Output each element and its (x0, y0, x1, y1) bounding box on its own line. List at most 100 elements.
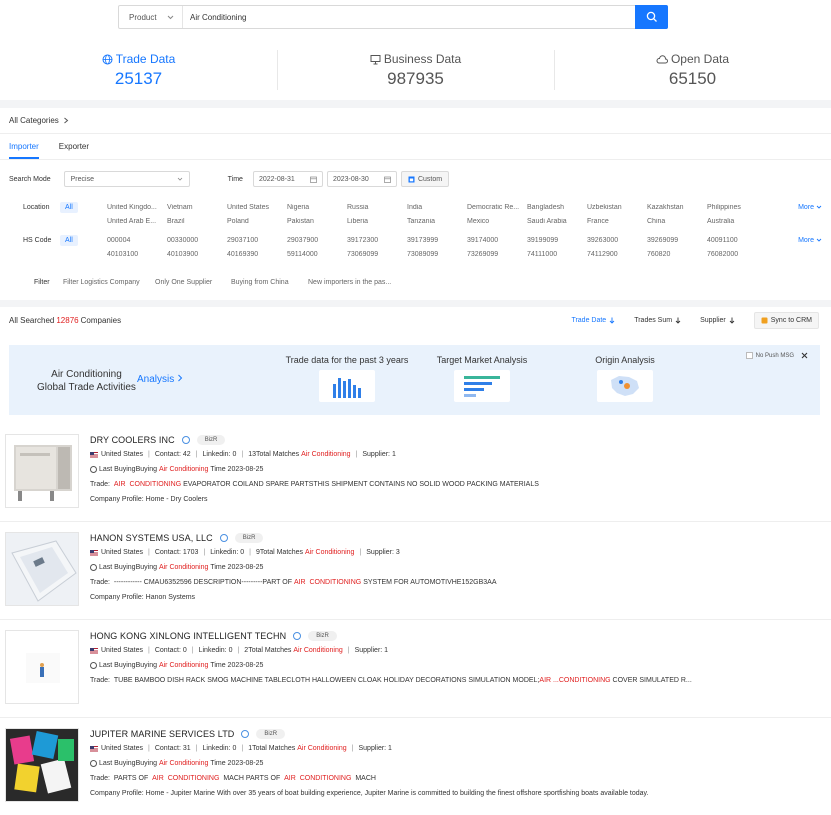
hs-code-option[interactable]: 760820 (647, 251, 703, 258)
company-name[interactable]: HANON SYSTEMS USA, LLC (90, 533, 213, 543)
promo-target-market[interactable]: Target Market Analysis (427, 355, 537, 402)
location-option[interactable]: Pakistan (287, 218, 343, 225)
bizr-badge[interactable]: BizR (256, 729, 286, 739)
location-option[interactable]: Bangladesh (527, 204, 583, 211)
sort-trades-sum[interactable]: Trades Sum (634, 317, 681, 324)
company-name[interactable]: JUPITER MARINE SERVICES LTD (90, 729, 234, 739)
hs-label: HS Code (23, 237, 52, 244)
hs-code-option[interactable]: 73089099 (407, 251, 463, 258)
tab-importer[interactable]: Importer (9, 142, 39, 159)
hs-code-option[interactable]: 40169390 (227, 251, 283, 258)
hs-code-option[interactable]: 76082000 (707, 251, 763, 258)
location-option[interactable]: United Kingdo... (107, 204, 163, 211)
hs-code-option[interactable]: 73269099 (467, 251, 523, 258)
search-mode-select[interactable]: Precise (63, 171, 190, 187)
location-option[interactable]: United Arab E... (107, 218, 163, 225)
us-flag-icon (90, 549, 98, 556)
hs-code-option[interactable]: 74112900 (587, 251, 643, 258)
hs-code-option[interactable]: 39263000 (587, 237, 643, 244)
verified-icon (293, 632, 302, 640)
stat-open-data[interactable]: Open Data 65150 (554, 44, 831, 96)
location-option[interactable]: Australia (707, 218, 763, 225)
location-option[interactable]: Philippines (707, 204, 763, 211)
bizr-badge[interactable]: BizR (308, 631, 337, 641)
hs-code-option[interactable]: 29037900 (287, 237, 343, 244)
verified-icon (241, 730, 250, 738)
company-card[interactable]: JUPITER MARINE SERVICES LTD BizR United … (0, 718, 831, 815)
location-all[interactable]: All (60, 202, 78, 213)
search-bar: Product (118, 5, 668, 29)
all-categories[interactable]: All Categories (0, 108, 831, 134)
search-type-select[interactable]: Product (119, 6, 183, 28)
company-card[interactable]: DRY COOLERS INC BizR United States | Cont… (0, 424, 831, 522)
hs-code-option[interactable]: 59114000 (287, 251, 343, 258)
location-option[interactable]: Nigeria (287, 204, 343, 211)
location-option[interactable]: France (587, 218, 643, 225)
hs-code-option[interactable]: 73069099 (347, 251, 403, 258)
analysis-link[interactable]: Analysis (137, 374, 183, 385)
company-meta: United States | Contact: 1703 | Linkedin: … (90, 549, 400, 556)
close-icon[interactable] (801, 352, 808, 359)
hs-code-option[interactable]: 29037100 (227, 237, 283, 244)
company-image (5, 728, 79, 802)
no-push-toggle[interactable]: No Push MSG (745, 352, 808, 359)
hs-code-option[interactable]: 39174000 (467, 237, 523, 244)
hs-code-option[interactable]: 39199099 (527, 237, 583, 244)
location-option[interactable]: Brazil (167, 218, 223, 225)
location-option[interactable]: India (407, 204, 463, 211)
filter-one-supplier[interactable]: Only One Supplier (155, 279, 231, 286)
location-option[interactable]: Democratic Re... (467, 204, 523, 211)
verified-icon (219, 534, 228, 542)
location-option[interactable]: Saudi Arabia (527, 218, 583, 225)
hs-code-option[interactable]: 40103900 (167, 251, 223, 258)
hs-code-option[interactable]: 40103100 (107, 251, 163, 258)
sort-supplier[interactable]: Supplier (700, 317, 735, 324)
location-option[interactable]: Tanzania (407, 218, 463, 225)
location-option[interactable]: Vietnam (167, 204, 223, 211)
company-card[interactable]: HANON SYSTEMS USA, LLC BizR United State… (0, 522, 831, 620)
search-input[interactable] (183, 6, 635, 28)
no-push-checkbox[interactable] (745, 352, 753, 359)
date-from[interactable]: 2022-08-31 (252, 171, 323, 187)
bizr-badge[interactable]: BizR (234, 533, 264, 543)
sync-crm-button[interactable]: Sync to CRM (753, 312, 819, 329)
location-option[interactable]: Kazakhstan (647, 204, 703, 211)
tab-exporter[interactable]: Exporter (59, 142, 89, 159)
company-card[interactable]: HONG KONG XINLONG INTELLIGENT TECHN BizR… (0, 620, 831, 718)
hs-code-option[interactable]: 39172300 (347, 237, 403, 244)
filter-logistics[interactable]: Filter Logistics Company (63, 279, 155, 286)
location-option[interactable]: Uzbekistan (587, 204, 643, 211)
hs-code-option[interactable]: 40091100 (707, 237, 763, 244)
search-button[interactable] (635, 5, 668, 29)
date-to[interactable]: 2023-08-30 (326, 171, 397, 187)
verified-icon (181, 436, 190, 444)
location-option[interactable]: China (647, 218, 703, 225)
filter-buying-china[interactable]: Buying from China (231, 279, 308, 286)
date-from-value: 2022-08-31 (258, 175, 295, 183)
hs-code-option[interactable]: 74111000 (527, 251, 583, 258)
location-option[interactable]: United States (227, 204, 283, 211)
stat-trade-data[interactable]: Trade Data 25137 (0, 44, 277, 96)
hs-all[interactable]: All (60, 235, 78, 246)
location-option[interactable]: Poland (227, 218, 283, 225)
location-option[interactable]: Liberia (347, 218, 403, 225)
sort-trade-date[interactable]: Trade Date (571, 317, 615, 324)
promo-origin[interactable]: Origin Analysis (580, 355, 670, 402)
company-name[interactable]: HONG KONG XINLONG INTELLIGENT TECHN (90, 631, 286, 641)
location-more[interactable]: More (798, 204, 822, 211)
hs-code-option[interactable]: 000004 (107, 237, 163, 244)
company-name[interactable]: DRY COOLERS INC (90, 435, 175, 445)
location-option[interactable]: Mexico (467, 218, 523, 225)
hs-more[interactable]: More (798, 237, 822, 244)
stat-title: Open Data (670, 52, 730, 66)
stat-business-data[interactable]: Business Data 987935 (277, 44, 554, 96)
location-option[interactable]: Russia (347, 204, 403, 211)
bizr-badge[interactable]: BizR (196, 435, 226, 445)
filter-new-importers[interactable]: New importers in the pas... (308, 279, 391, 286)
hs-code-option[interactable]: 39173999 (407, 237, 463, 244)
promo-trade-data[interactable]: Trade data for the past 3 years (283, 355, 411, 402)
hs-code-option[interactable]: 00330000 (167, 237, 223, 244)
stat-value: 25137 (114, 69, 163, 88)
hs-code-option[interactable]: 39269099 (647, 237, 703, 244)
custom-date-button[interactable]: Custom (400, 171, 450, 187)
